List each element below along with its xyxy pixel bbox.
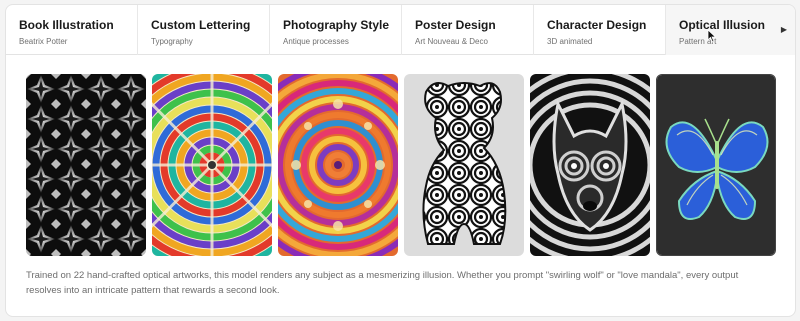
mouse-cursor-icon <box>707 29 717 43</box>
tab-subtitle: Antique processes <box>283 37 349 46</box>
tab-photography-style[interactable]: Photography Style Antique processes <box>270 5 402 55</box>
rainbow-vortex-image[interactable] <box>152 74 272 256</box>
tab-title: Book Illustration <box>19 18 114 32</box>
tab-subtitle: Art Nouveau & Deco <box>415 37 488 46</box>
tab-subtitle: Pattern art <box>679 37 717 46</box>
swirl-dog-image[interactable] <box>404 74 524 256</box>
tab-title: Custom Lettering <box>151 18 251 32</box>
sample-gallery <box>26 74 779 256</box>
model-description: Trained on 22 hand-crafted optical artwo… <box>26 270 739 296</box>
tab-subtitle: 3D animated <box>547 37 593 46</box>
wavy-butterfly-image[interactable] <box>656 74 776 256</box>
tab-title: Character Design <box>547 18 647 32</box>
tab-character-design[interactable]: Character Design 3D animated <box>534 5 666 55</box>
tab-book-illustration[interactable]: Book Illustration Beatrix Potter <box>6 5 138 55</box>
geometric-star-pattern-image[interactable] <box>26 74 146 256</box>
tab-subtitle: Typography <box>151 37 193 46</box>
heart-mandala-image[interactable] <box>278 74 398 256</box>
tab-poster-design[interactable]: Poster Design Art Nouveau & Deco <box>402 5 534 55</box>
tab-title: Poster Design <box>415 18 496 32</box>
swirling-wolf-image[interactable] <box>530 74 650 256</box>
tab-title: Photography Style <box>283 18 390 32</box>
style-tabs: Book Illustration Beatrix Potter Custom … <box>6 5 795 55</box>
tab-title: Optical Illusion <box>679 18 766 32</box>
style-showcase-card: Book Illustration Beatrix Potter Custom … <box>5 4 796 317</box>
tab-custom-lettering[interactable]: Custom Lettering Typography <box>138 5 270 55</box>
tab-optical-illusion[interactable]: Optical Illusion Pattern art ▶ <box>666 5 795 55</box>
tab-subtitle: Beatrix Potter <box>19 37 68 46</box>
chevron-right-icon[interactable]: ▶ <box>781 25 787 34</box>
